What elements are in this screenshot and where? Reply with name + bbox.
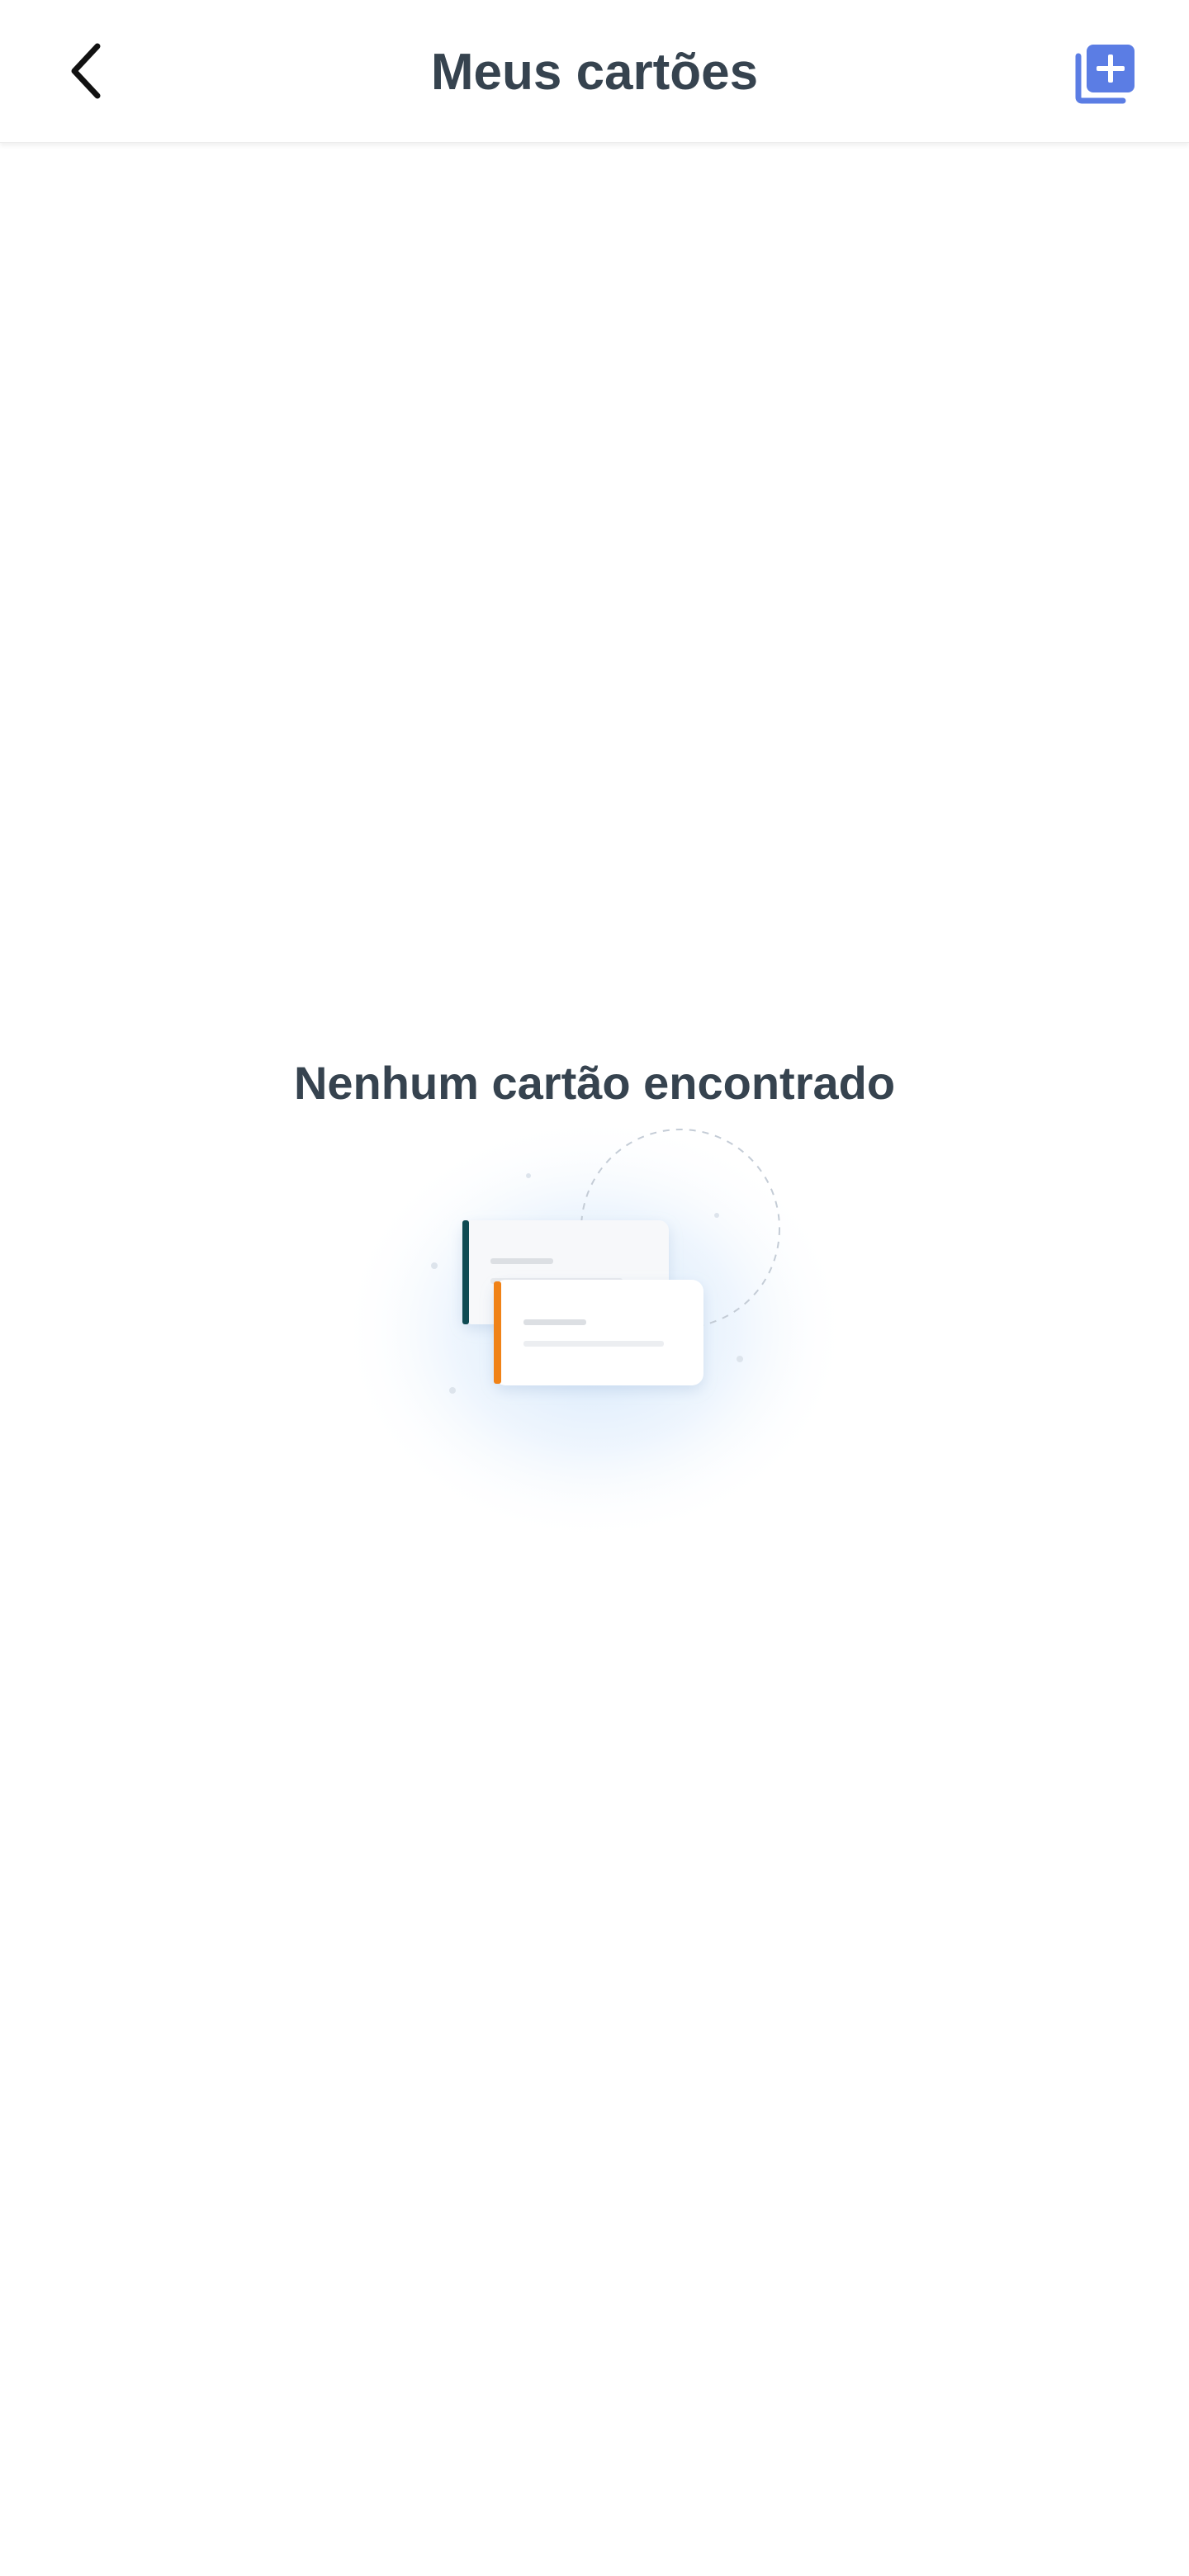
page-title: Meus cartões	[430, 44, 759, 101]
add-card-button[interactable]	[1065, 33, 1144, 112]
app-bar: Meus cartões	[0, 0, 1189, 143]
cards-illustration	[330, 1106, 859, 1552]
screen: Meus cartões Nenhum cartão encontrado	[0, 0, 1189, 2576]
library-add-icon	[1075, 45, 1135, 104]
